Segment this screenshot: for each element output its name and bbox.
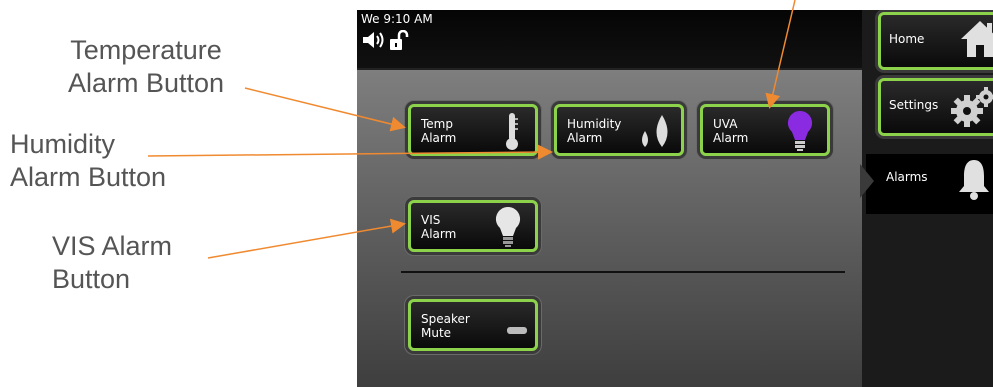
callout-arrows [147,0,796,259]
humidity-arrow [147,144,553,160]
temperature-arrow [244,87,406,132]
uva-arrow [765,0,796,109]
vis-arrow [207,218,406,259]
